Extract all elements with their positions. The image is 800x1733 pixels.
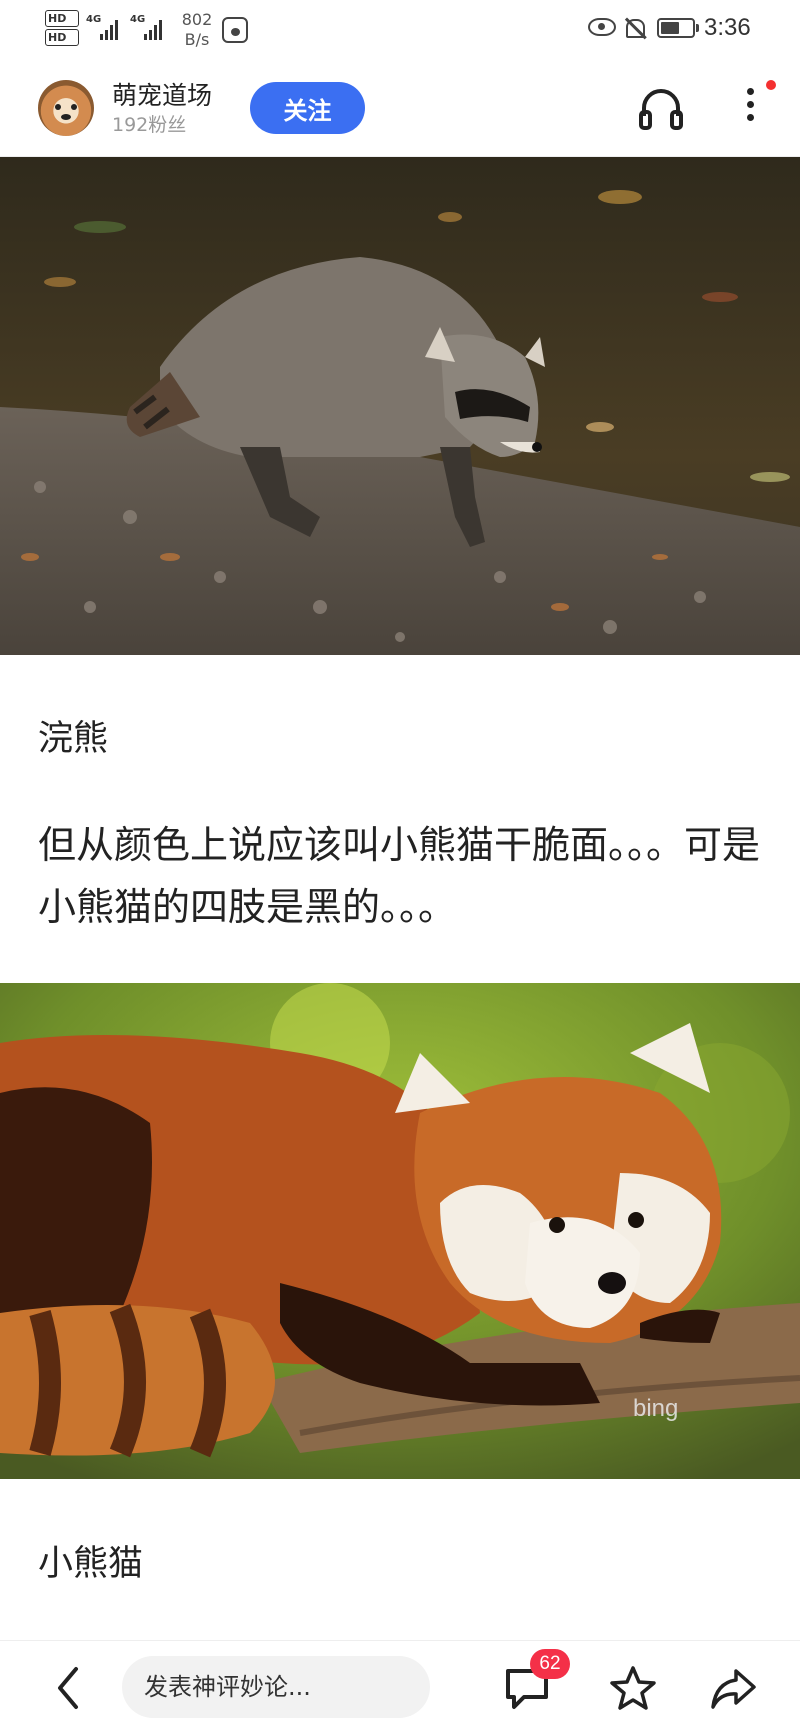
star-icon[interactable] <box>608 1663 658 1713</box>
back-icon[interactable] <box>48 1663 88 1713</box>
network-type-label: 4G <box>86 14 102 25</box>
network-type-label: 4G <box>130 14 146 25</box>
comment-count-badge: 62 <box>530 1649 570 1679</box>
signal-icon: 4G <box>86 14 118 40</box>
speed-unit: B/s <box>184 30 210 49</box>
comment-input[interactable] <box>122 1656 430 1718</box>
article-paragraph: 但从颜色上说应该叫小熊猫干脆面。。。可是小熊猫的四肢是黑的。。。 <box>38 823 761 929</box>
caption-raccoon: 浣熊 <box>38 719 109 759</box>
bottom-toolbar: 62 <box>0 1640 800 1733</box>
caption-red-panda: 小熊猫 <box>38 1544 144 1584</box>
hd2-label: HD <box>45 29 79 46</box>
battery-icon <box>657 18 699 38</box>
app-notification-icon <box>222 17 248 43</box>
more-icon[interactable] <box>738 82 762 134</box>
speed-value: 802 <box>181 10 213 29</box>
notification-dot <box>766 80 776 90</box>
bing-watermark: bing <box>633 1395 678 1422</box>
eye-icon <box>588 18 616 36</box>
follow-button[interactable]: 关注 <box>250 82 365 134</box>
network-speed: 802 B/s <box>180 10 214 50</box>
avatar[interactable] <box>38 80 94 136</box>
red-panda-photo[interactable]: bing <box>0 983 800 1479</box>
raccoon-photo[interactable] <box>0 157 800 655</box>
status-bar: HD HD 4G 4G 802 B/s 3:36 <box>0 0 800 60</box>
hd-indicator: HD HD <box>45 10 79 48</box>
author-name[interactable]: 萌宠道场 <box>112 76 212 112</box>
article-header: 萌宠道场 192粉丝 关注 <box>0 62 800 157</box>
signal-icon: 4G <box>130 14 162 40</box>
headphone-icon[interactable] <box>638 86 684 130</box>
mute-bell-icon <box>622 16 646 40</box>
share-icon[interactable] <box>708 1663 758 1713</box>
hd1-label: HD <box>45 10 79 27</box>
clock: 3:36 <box>704 14 751 41</box>
author-fans-count: 192粉丝 <box>112 114 187 136</box>
